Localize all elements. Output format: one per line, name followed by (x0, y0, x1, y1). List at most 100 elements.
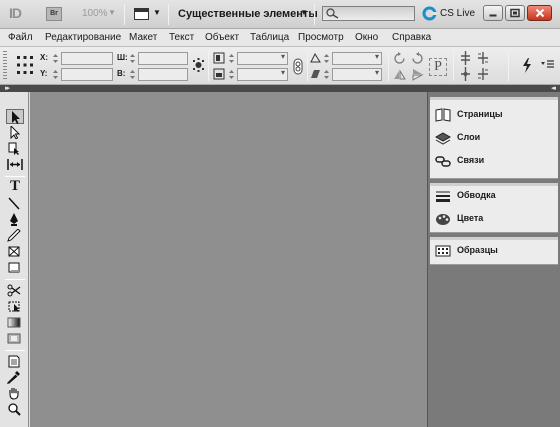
panel-label: Страницы (457, 109, 503, 119)
line-tool[interactable] (6, 196, 24, 211)
zoom-tool[interactable] (6, 402, 24, 417)
rotate-angle-field[interactable] (332, 52, 382, 65)
rotate-cw-icon[interactable] (393, 52, 406, 65)
x-spinner-icon[interactable] (52, 52, 59, 65)
scale-y-spinner-icon[interactable] (228, 68, 235, 81)
note-icon (8, 355, 20, 368)
panel-collapse-strip: ▸▸ ◂◂ (0, 85, 560, 92)
scale-y-icon (213, 68, 225, 80)
workspace-dropdown-icon[interactable]: ▼ (300, 8, 308, 17)
gradient-feather-icon (7, 333, 21, 344)
app-logo: ID (9, 5, 22, 21)
scale-x-field[interactable] (237, 52, 288, 65)
paragraph-p-icon[interactable]: P (429, 58, 447, 76)
panel-grip[interactable] (3, 51, 7, 81)
height-label: В: (117, 69, 126, 78)
workspace-switcher[interactable]: Существенные элементы (178, 8, 318, 20)
collapse-dock-icon[interactable]: ◂◂ (551, 84, 556, 92)
tools-separator (5, 279, 25, 280)
reference-point-icon[interactable] (16, 53, 34, 77)
rectangle-frame-tool[interactable] (6, 244, 24, 259)
collapse-tools-icon[interactable]: ▸▸ (5, 84, 10, 92)
note-tool[interactable] (6, 354, 24, 369)
separator (124, 4, 125, 25)
menu-layout[interactable]: Макет (129, 32, 157, 43)
panel-links[interactable]: Связи (430, 150, 558, 172)
gap-tool[interactable] (6, 157, 24, 172)
panel-label: Связи (457, 155, 485, 165)
chain-link-icon[interactable] (292, 58, 304, 75)
rotate-angle-icon (310, 53, 321, 63)
panel-color[interactable]: Цвета (430, 208, 558, 230)
select-container-icon[interactable] (459, 51, 472, 65)
rotate-spinner-icon[interactable] (323, 52, 330, 65)
zoom-dropdown-icon[interactable]: ▼ (108, 8, 116, 17)
menu-file[interactable]: Файл (8, 32, 33, 43)
pen-tool[interactable] (6, 212, 24, 227)
y-field[interactable] (61, 68, 113, 81)
constrain-proportions-icon[interactable] (192, 58, 205, 72)
panel-swatches[interactable]: Образцы (430, 240, 558, 262)
select-next-object-icon[interactable] (476, 67, 490, 81)
menu-table[interactable]: Таблица (250, 32, 289, 43)
close-button[interactable] (527, 5, 552, 21)
selection-tool[interactable] (6, 109, 24, 124)
panel-layers[interactable]: Слои (430, 127, 558, 149)
gradient-swatch-tool[interactable] (6, 315, 24, 330)
hand-tool[interactable] (6, 386, 24, 401)
flip-vertical-icon[interactable] (411, 68, 424, 81)
screen-mode-icon[interactable] (134, 8, 149, 20)
panel-label: Образцы (457, 245, 498, 255)
pencil-tool[interactable] (6, 228, 24, 243)
scale-x-spinner-icon[interactable] (228, 52, 235, 65)
x-label: X: (40, 53, 48, 62)
menu-edit[interactable]: Редактирование (45, 32, 121, 43)
select-content-icon[interactable] (459, 67, 472, 81)
maximize-button[interactable] (505, 5, 525, 21)
cs-live-icon[interactable] (422, 6, 437, 21)
panel-menu-icon[interactable] (541, 59, 555, 69)
width-field[interactable] (138, 52, 188, 65)
panel-stroke[interactable]: Обводка (430, 185, 558, 207)
shear-angle-field[interactable] (332, 68, 382, 81)
tools-separator (5, 350, 25, 351)
menu-object[interactable]: Объект (205, 32, 239, 43)
menu-view[interactable]: Просмотр (298, 32, 344, 43)
flip-horizontal-icon[interactable] (393, 68, 406, 81)
panel-group-swatches: Образцы (430, 237, 558, 265)
free-transform-icon (8, 301, 20, 312)
quick-apply-icon[interactable] (522, 58, 532, 73)
width-spinner-icon[interactable] (129, 52, 136, 65)
select-previous-object-icon[interactable] (476, 51, 490, 65)
menu-help[interactable]: Справка (392, 32, 431, 43)
cs-live-label[interactable]: CS Live (440, 8, 475, 19)
screen-mode-dropdown-icon[interactable]: ▼ (153, 8, 161, 17)
separator (453, 51, 454, 81)
zoom-level[interactable]: 100% (82, 8, 108, 19)
eyedropper-tool[interactable] (6, 370, 24, 385)
type-tool[interactable]: T (6, 178, 24, 195)
y-spinner-icon[interactable] (52, 68, 59, 81)
free-transform-tool[interactable] (6, 299, 24, 314)
height-spinner-icon[interactable] (129, 68, 136, 81)
stroke-icon (436, 191, 450, 202)
height-field[interactable] (138, 68, 188, 81)
page-tool[interactable] (6, 141, 24, 156)
minimize-button[interactable] (483, 5, 503, 21)
rectangle-frame-icon (8, 246, 20, 257)
panel-pages[interactable]: Страницы (430, 104, 558, 126)
scissors-tool[interactable] (6, 283, 24, 298)
direct-selection-tool[interactable] (6, 125, 24, 140)
shear-spinner-icon[interactable] (323, 68, 330, 81)
rectangle-tool[interactable] (6, 260, 24, 275)
x-field[interactable] (61, 52, 113, 65)
menu-window[interactable]: Окно (355, 32, 378, 43)
bridge-button[interactable]: Br (46, 7, 62, 21)
rotate-ccw-icon[interactable] (411, 52, 424, 65)
gradient-feather-tool[interactable] (6, 331, 24, 346)
scale-y-field[interactable] (237, 68, 288, 81)
panel-group-grip[interactable] (430, 97, 558, 100)
menu-type[interactable]: Текст (169, 32, 194, 43)
document-canvas[interactable] (30, 92, 427, 427)
search-input[interactable] (322, 6, 415, 21)
